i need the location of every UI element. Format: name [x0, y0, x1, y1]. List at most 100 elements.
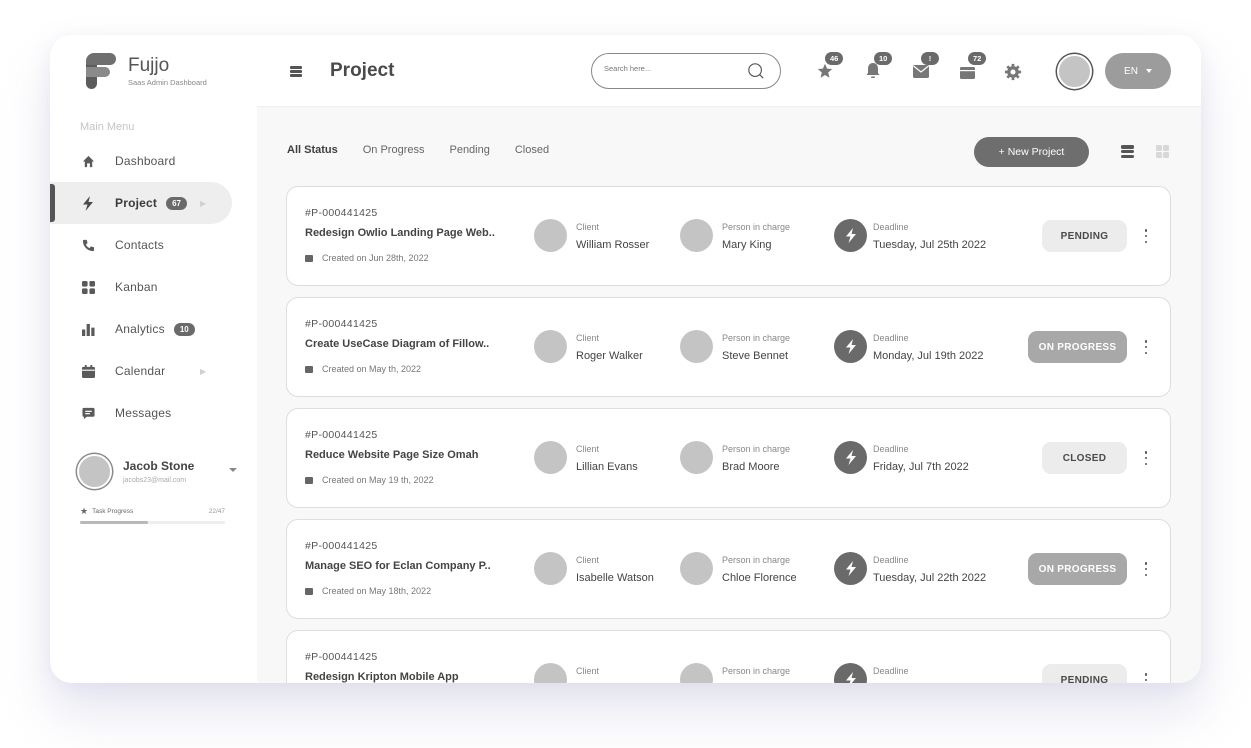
project-card[interactable]: #P-000441425 Manage SEO for Eclan Compan…: [286, 519, 1171, 619]
more-options-icon[interactable]: [1143, 229, 1149, 243]
sidebar-item-label: Messages: [115, 406, 172, 420]
status-badge[interactable]: ON PROGRESS: [1028, 331, 1127, 363]
created-date: Created on May 19 th, 2022: [322, 475, 434, 485]
search-icon[interactable]: [747, 62, 765, 80]
more-options-icon[interactable]: [1143, 451, 1149, 465]
project-title: Manage SEO for Eclan Company P..: [305, 560, 491, 572]
tab-on-progress[interactable]: On Progress: [363, 144, 425, 156]
sidebar-item-project[interactable]: Project 67 ▶: [50, 182, 232, 224]
project-count-badge: 67: [166, 196, 187, 210]
language-label: EN: [1124, 65, 1138, 77]
client-label: Client: [576, 333, 600, 343]
project-card[interactable]: #P-000441425 Redesign Owlio Landing Page…: [286, 186, 1171, 286]
client-label: Client: [576, 666, 600, 676]
project-card[interactable]: #P-000441425 Create UseCase Diagram of F…: [286, 297, 1171, 397]
calendar-icon: [305, 254, 313, 262]
sidebar-item-label: Kanban: [115, 280, 158, 294]
status-badge[interactable]: PENDING: [1042, 664, 1127, 683]
messages-button[interactable]: !: [913, 52, 939, 81]
person-in-charge-avatar: [680, 552, 713, 585]
grid-view-icon[interactable]: [1156, 145, 1169, 158]
caret-down-icon: [1145, 69, 1152, 73]
sidebar-item-dashboard[interactable]: Dashboard: [50, 140, 257, 182]
grid-icon: [80, 279, 96, 295]
task-progress-fill: [80, 521, 148, 524]
project-id: #P-000441425: [305, 429, 378, 441]
deadline-bolt-icon: [834, 219, 867, 252]
more-options-icon[interactable]: [1143, 562, 1149, 576]
language-selector[interactable]: EN: [1105, 53, 1171, 89]
status-badge[interactable]: CLOSED: [1042, 442, 1127, 474]
deadline-label: Deadline: [873, 666, 909, 676]
project-title: Create UseCase Diagram of Fillow..: [305, 338, 490, 350]
project-created: Created on May 19 th, 2022: [305, 475, 434, 485]
person-in-charge-label: Person in charge: [722, 333, 791, 343]
deadline-date: Tuesday, Jul 22th 2022: [873, 572, 987, 584]
user-profile[interactable]: Jacob Stone jacobs23@mail.com: [77, 454, 237, 489]
bar-chart-icon: [80, 321, 96, 337]
deadline-date: Tuesday, Jul 25th 2022: [873, 239, 987, 251]
chevron-right-icon: ▶: [200, 198, 207, 208]
search-input[interactable]: [604, 64, 734, 73]
sidebar-item-messages[interactable]: Messages: [50, 392, 257, 434]
sidebar-item-label: Analytics: [115, 322, 165, 336]
notifications-badge: 10: [874, 52, 893, 65]
more-options-icon[interactable]: [1143, 340, 1149, 354]
client-avatar: [534, 219, 567, 252]
brand-name: Fujjo: [128, 54, 170, 76]
project-card[interactable]: #P-000441425 Redesign Kripton Mobile App…: [286, 630, 1171, 683]
brand-subtitle: Saas Admin Dashboard: [128, 77, 207, 87]
task-progress: ★ Task Progress 22/47: [80, 506, 225, 524]
search-box[interactable]: [591, 53, 781, 89]
sidebar: Fujjo Saas Admin Dashboard Main Menu Das…: [50, 35, 257, 683]
star-icon: ★: [80, 506, 89, 516]
person-in-charge-avatar: [680, 441, 713, 474]
list-view-icon[interactable]: [1121, 145, 1134, 158]
new-project-button[interactable]: + New Project: [974, 137, 1089, 167]
analytics-count-badge: 10: [173, 322, 195, 336]
tab-closed[interactable]: Closed: [515, 144, 549, 156]
person-in-charge-name: Brad Moore: [722, 461, 780, 473]
deadline-date: Friday, Jul 7th 2022: [873, 461, 969, 473]
brand[interactable]: Fujjo Saas Admin Dashboard: [86, 53, 207, 89]
task-progress-count: 22/47: [208, 508, 225, 515]
client-avatar: [534, 552, 567, 585]
project-id: #P-000441425: [305, 318, 378, 330]
created-date: Created on May 18th, 2022: [322, 586, 432, 596]
star-icon: [817, 63, 833, 78]
calendar-icon: [80, 363, 96, 379]
deadline-bolt-icon: [834, 552, 867, 585]
client-name: Lillian Evans: [576, 461, 638, 473]
header-user-avatar[interactable]: [1057, 54, 1092, 89]
project-card[interactable]: #P-000441425 Reduce Website Page Size Om…: [286, 408, 1171, 508]
project-title: Reduce Website Page Size Omah: [305, 449, 479, 461]
sidebar-item-analytics[interactable]: Analytics 10: [50, 308, 257, 350]
person-in-charge-avatar: [680, 330, 713, 363]
status-badge[interactable]: ON PROGRESS: [1028, 553, 1127, 585]
sidebar-item-contacts[interactable]: Contacts: [50, 224, 257, 266]
tab-pending[interactable]: Pending: [449, 144, 489, 156]
mail-icon: [913, 65, 929, 78]
notifications-button[interactable]: 10: [866, 52, 893, 81]
main-content: All Status On Progress Pending Closed + …: [257, 107, 1201, 683]
person-in-charge-label: Person in charge: [722, 222, 791, 232]
client-label: Client: [576, 444, 600, 454]
status-badge[interactable]: PENDING: [1042, 220, 1127, 252]
person-in-charge-label: Person in charge: [722, 555, 791, 565]
more-options-icon[interactable]: [1143, 673, 1149, 683]
caret-down-icon[interactable]: [229, 468, 237, 472]
gear-icon[interactable]: [1004, 63, 1022, 81]
project-title: Redesign Kripton Mobile App: [305, 671, 459, 683]
gifts-button[interactable]: 72: [960, 52, 987, 81]
client-avatar: [534, 441, 567, 474]
person-in-charge-label: Person in charge: [722, 444, 791, 454]
favorites-button[interactable]: 46: [817, 52, 844, 81]
sidebar-item-calendar[interactable]: Calendar ▶: [50, 350, 257, 392]
hamburger-menu-icon[interactable]: [290, 66, 302, 77]
task-progress-label: Task Progress: [92, 508, 134, 515]
person-in-charge-name: Mary King: [722, 239, 772, 251]
sidebar-item-kanban[interactable]: Kanban: [50, 266, 257, 308]
tab-all-status[interactable]: All Status: [287, 144, 338, 156]
sidebar-item-label: Calendar: [115, 364, 166, 378]
chevron-right-icon: ▶: [200, 366, 207, 376]
